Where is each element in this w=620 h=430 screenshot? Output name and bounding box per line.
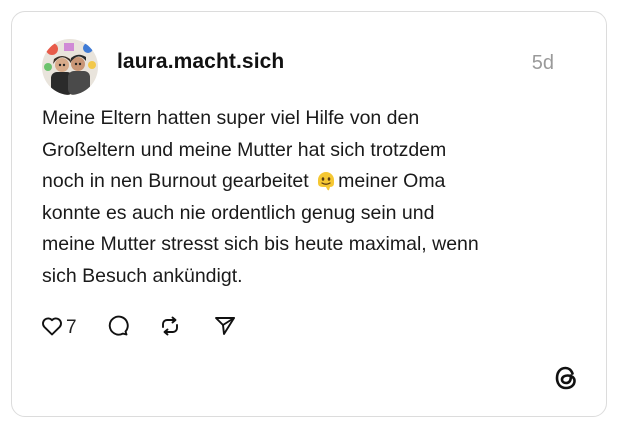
post-text-line: sich Besuch ankündigt.: [42, 264, 243, 287]
avatar[interactable]: [42, 39, 98, 95]
post-card: laura.macht.sich 5d Meine Eltern hatten …: [11, 11, 607, 417]
threads-logo-icon: [552, 364, 580, 392]
post-text-segment: noch in nen Burnout gearbeitet: [42, 170, 309, 192]
post-text-line: konnte es auch nie ordentlich genug sein…: [42, 201, 435, 224]
share-button[interactable]: [213, 314, 237, 342]
post-text: Meine Eltern hatten super viel Hilfe von…: [42, 103, 572, 292]
heart-icon: [40, 314, 64, 343]
post-timestamp: 5d: [531, 52, 554, 74]
repost-button[interactable]: [158, 314, 182, 342]
post-text-line: meine Mutter stresst sich bis heute maxi…: [42, 233, 479, 255]
repost-icon: [158, 314, 182, 343]
post-text-segment: meiner Oma: [338, 170, 446, 192]
melting-face-emoji-icon: [315, 169, 337, 191]
post-text-line: Großeltern und meine Mutter hat sich tro…: [42, 138, 447, 161]
post-text-line: noch in nen Burnout gearbeitet meiner Om…: [42, 166, 572, 198]
username[interactable]: laura.macht.sich: [117, 50, 284, 74]
comment-icon: [106, 314, 130, 343]
like-count: 7: [66, 317, 77, 338]
post-text-line: Meine Eltern hatten super viel Hilfe von…: [42, 107, 420, 129]
comment-button[interactable]: [106, 314, 130, 342]
share-icon: [213, 314, 237, 343]
like-button[interactable]: 7: [40, 314, 77, 342]
